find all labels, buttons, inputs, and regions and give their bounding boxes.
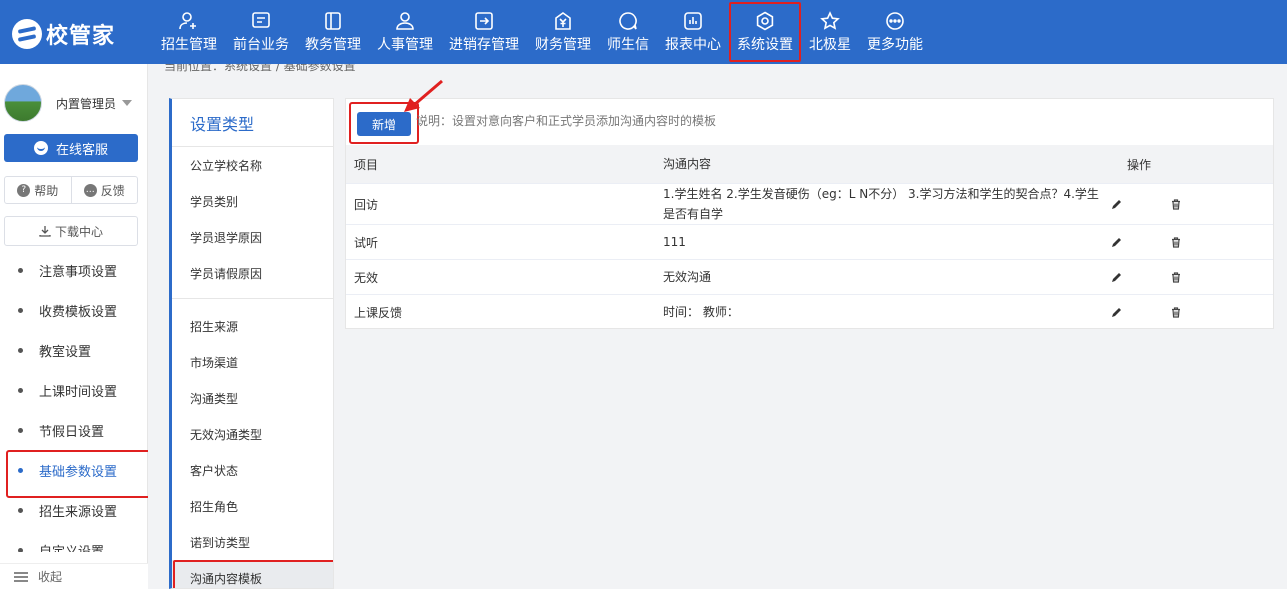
smiley-icon — [33, 141, 48, 155]
nav-item-enrollment[interactable]: 招生管理 — [153, 0, 225, 64]
chat-icon — [617, 10, 639, 32]
edit-icon[interactable] — [1109, 235, 1123, 249]
bullet-icon — [18, 467, 23, 473]
bullet-icon — [18, 307, 23, 313]
settings-menu: 注意事项设置 收费模板设置 教室设置 上课时间设置 节假日设置 基础参数设置 招… — [0, 262, 148, 552]
menu-item-notes[interactable]: 注意事项设置 — [0, 262, 148, 290]
edit-icon[interactable] — [1109, 270, 1123, 284]
type-item-public-school[interactable]: 公立学校名称 — [172, 147, 333, 183]
feedback-button[interactable]: … 反馈 — [72, 177, 138, 203]
star-icon — [819, 10, 841, 32]
logo-icon — [12, 19, 42, 49]
left-sidebar: 内置管理员 在线客服 ? 帮助 … 反馈 下载中心 注意事项设置 收费模板设置 … — [0, 64, 148, 589]
collapse-icon — [14, 571, 28, 582]
column-header-actions: 操作 — [1127, 157, 1152, 172]
table-header: 项目 沟通内容 操作 — [346, 145, 1273, 183]
yuan-icon — [552, 10, 574, 32]
column-header-item: 项目 — [354, 157, 379, 172]
type-item-customer-status[interactable]: 客户状态 — [172, 452, 333, 488]
help-feedback-row: ? 帮助 … 反馈 — [4, 176, 138, 204]
table-row: 上课反馈 时间： 教师： — [346, 294, 1273, 329]
bullet-icon — [18, 387, 23, 393]
avatar — [4, 84, 42, 122]
help-button[interactable]: ? 帮助 — [5, 177, 72, 203]
nav-item-hr[interactable]: 人事管理 — [369, 0, 441, 64]
add-button[interactable]: 新增 — [357, 112, 411, 136]
bullet-icon — [18, 547, 23, 552]
menu-item-enroll-source[interactable]: 招生来源设置 — [0, 490, 148, 530]
column-header-content: 沟通内容 — [663, 157, 712, 171]
table-row: 试听 111 — [346, 224, 1273, 259]
main-nav: 招生管理 前台业务 教务管理 人事管理 进销存管理 财务管理 师生信 报表中心 … — [153, 0, 931, 64]
type-item-dropout-reason[interactable]: 学员退学原因 — [172, 219, 333, 255]
menu-item-classroom[interactable]: 教室设置 — [0, 330, 148, 370]
trash-icon[interactable] — [1169, 270, 1183, 284]
nav-item-messages[interactable]: 师生信 — [599, 0, 657, 64]
menu-item-fee-template[interactable]: 收费模板设置 — [0, 290, 148, 330]
settings-type-panel: 设置类型 公立学校名称 学员类别 学员退学原因 学员请假原因 招生来源 市场渠道… — [169, 98, 334, 589]
type-item-enroll-role[interactable]: 招生角色 — [172, 488, 333, 524]
menu-item-custom[interactable]: 自定义设置 — [0, 530, 148, 552]
breadcrumb-strip: 当前位置：系统设置 / 基础参数设置 — [148, 64, 1287, 72]
table-row: 无效 无效沟通 — [346, 259, 1273, 294]
app-logo[interactable]: 校管家 — [12, 18, 115, 50]
edit-icon[interactable] — [1109, 197, 1123, 211]
add-user-icon — [178, 10, 200, 32]
annotation-arrow-icon — [404, 79, 443, 112]
edit-icon[interactable] — [1109, 305, 1123, 319]
collapse-button[interactable]: 收起 — [0, 563, 148, 589]
template-panel: 新增 说明：设置对意向客户和正式学员添加沟通内容时的模板 项目 沟通内容 操作 … — [345, 98, 1274, 329]
table-row: 回访 1.学生姓名 2.学生发音硬伤（eg：L N不分） 3.学习方法和学生的契… — [346, 183, 1273, 224]
breadcrumb: 当前位置：系统设置 / 基础参数设置 — [164, 64, 356, 72]
person-icon — [394, 10, 416, 32]
trash-icon[interactable] — [1169, 235, 1183, 249]
type-item-invalid-comm-type[interactable]: 无效沟通类型 — [172, 416, 333, 452]
trash-icon[interactable] — [1169, 305, 1183, 319]
book-icon — [322, 10, 344, 32]
nav-item-system-settings[interactable]: 系统设置 — [729, 0, 801, 64]
inventory-icon — [473, 10, 495, 32]
more-icon — [884, 10, 906, 32]
type-item-student-category[interactable]: 学员类别 — [172, 183, 333, 219]
menu-item-holiday[interactable]: 节假日设置 — [0, 410, 148, 450]
type-item-enroll-source[interactable]: 招生来源 — [172, 308, 333, 344]
hint-text: 说明：设置对意向客户和正式学员添加沟通内容时的模板 — [416, 114, 717, 128]
menu-item-class-time[interactable]: 上课时间设置 — [0, 370, 148, 410]
nav-item-academic[interactable]: 教务管理 — [297, 0, 369, 64]
trash-icon[interactable] — [1169, 197, 1183, 211]
top-bar: 校管家 招生管理 前台业务 教务管理 人事管理 进销存管理 财务管理 师生信 报… — [0, 0, 1287, 64]
logo-text: 校管家 — [46, 24, 116, 49]
user-name: 内置管理员 — [56, 96, 117, 111]
bullet-icon — [18, 507, 23, 513]
chat-bubble-icon: … — [83, 183, 97, 197]
download-icon — [39, 225, 51, 237]
settings-icon — [754, 10, 776, 32]
type-item-market-channel[interactable]: 市场渠道 — [172, 344, 333, 380]
question-icon: ? — [17, 183, 31, 197]
monitor-icon — [250, 10, 272, 32]
chevron-down-icon — [122, 100, 133, 106]
bullet-icon — [18, 347, 23, 353]
online-service-button[interactable]: 在线客服 — [4, 134, 138, 162]
report-icon — [682, 10, 704, 32]
menu-item-basic-params[interactable]: 基础参数设置 — [0, 450, 148, 498]
nav-item-reports[interactable]: 报表中心 — [657, 0, 729, 64]
nav-item-frontdesk[interactable]: 前台业务 — [225, 0, 297, 64]
nav-item-finance[interactable]: 财务管理 — [527, 0, 599, 64]
nav-item-inventory[interactable]: 进销存管理 — [441, 0, 527, 64]
nav-item-more[interactable]: 更多功能 — [859, 0, 931, 64]
bullet-icon — [18, 267, 23, 273]
download-center-button[interactable]: 下载中心 — [4, 216, 138, 246]
type-item-comm-type[interactable]: 沟通类型 — [172, 380, 333, 416]
settings-type-title: 设置类型 — [172, 99, 333, 147]
user-menu[interactable]: 内置管理员 — [4, 84, 133, 122]
bullet-icon — [18, 427, 23, 433]
type-item-comm-template[interactable]: 沟通内容模板 — [172, 560, 333, 588]
template-table: 项目 沟通内容 操作 回访 1.学生姓名 2.学生发音硬伤（eg：L N不分） … — [346, 145, 1273, 329]
type-item-visit-type[interactable]: 诺到访类型 — [172, 524, 333, 560]
divider — [172, 298, 333, 299]
nav-item-polaris[interactable]: 北极星 — [801, 0, 859, 64]
type-item-leave-reason[interactable]: 学员请假原因 — [172, 255, 333, 291]
